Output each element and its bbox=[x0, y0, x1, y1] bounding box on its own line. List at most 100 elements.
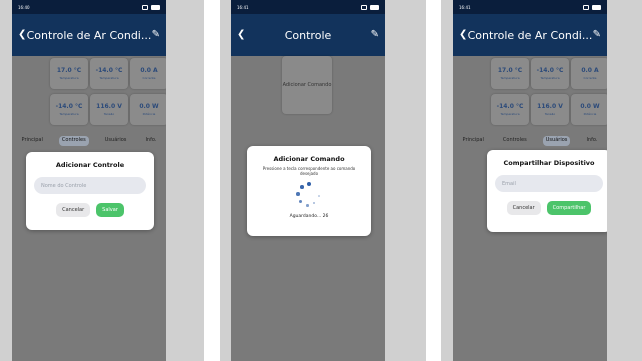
card-label: Temperatura bbox=[59, 76, 79, 80]
status-time: 16:41 bbox=[459, 4, 471, 10]
add-control-dialog: Adicionar Controle Nome do Controle Canc… bbox=[26, 152, 154, 230]
card-value: -14.0 °C bbox=[95, 67, 123, 74]
sensor-card: -14.0 °C Temperatura bbox=[491, 94, 529, 125]
control-name-input[interactable]: Nome do Controle bbox=[34, 177, 146, 194]
sensor-card: 116.0 V Tensão bbox=[531, 94, 569, 125]
tab-controles[interactable]: Controles bbox=[58, 136, 89, 146]
tab-controles[interactable]: Controles bbox=[500, 136, 530, 146]
card-value: 0.0 W bbox=[580, 103, 600, 110]
card-value: 0.0 A bbox=[581, 67, 599, 74]
app-bar: ❮ Controle de Ar Condi... ✎ bbox=[12, 14, 166, 56]
dialog-title: Adicionar Controle bbox=[55, 161, 125, 169]
tab-usuarios[interactable]: Usuários bbox=[102, 136, 130, 146]
card-value: 0.0 A bbox=[140, 67, 158, 74]
app-bar: ❮ Controle ✎ bbox=[231, 14, 385, 56]
card-label: Temperatura bbox=[500, 76, 520, 80]
page-title: Controle bbox=[284, 28, 332, 42]
tab-principal[interactable]: Principal bbox=[19, 136, 46, 146]
gap-2 bbox=[426, 0, 441, 361]
tab-info[interactable]: Info. bbox=[583, 136, 600, 146]
card-label: Potência bbox=[583, 112, 597, 116]
card-label: Temperatura bbox=[500, 112, 520, 116]
dialog-title: Compartilhar Dispositivo bbox=[503, 159, 595, 167]
tab-bar: Principal Controles Usuários Info. bbox=[453, 136, 607, 146]
edit-pencil-icon[interactable]: ✎ bbox=[593, 30, 601, 40]
sensor-card: 17.0 °C Temperatura bbox=[491, 58, 529, 89]
email-field[interactable]: Email bbox=[495, 175, 603, 192]
share-device-dialog: Compartilhar Dispositivo Email Cancelar … bbox=[487, 150, 607, 232]
save-button[interactable]: Salvar bbox=[96, 203, 124, 217]
sensor-card: 17.0 °C Temperatura bbox=[50, 58, 88, 89]
status-bar: 16:40 bbox=[12, 0, 166, 14]
battery-icon bbox=[592, 4, 601, 10]
card-label: Tensão bbox=[544, 112, 556, 116]
sensor-card: 0.0 W Potência bbox=[571, 94, 607, 125]
edit-pencil-icon[interactable]: ✎ bbox=[152, 30, 160, 40]
waiting-status: Aguardando... 26 bbox=[289, 214, 329, 220]
card-value: -14.0 °C bbox=[55, 103, 83, 110]
add-command-dialog: Adicionar Comando Pressione a tecla corr… bbox=[247, 146, 371, 236]
card-label: Corrente bbox=[142, 76, 156, 80]
status-time: 16:41 bbox=[237, 4, 249, 10]
wifi-icon bbox=[583, 4, 589, 10]
back-arrow-icon[interactable]: ❮ bbox=[459, 30, 467, 40]
card-label: Temperatura bbox=[99, 76, 119, 80]
page-title: Controle de Ar Condi... bbox=[26, 28, 152, 42]
edit-pencil-icon[interactable]: ✎ bbox=[371, 30, 379, 40]
right-gutter bbox=[607, 0, 642, 361]
battery-icon bbox=[151, 4, 160, 10]
card-value: -14.0 °C bbox=[496, 103, 524, 110]
status-bar: 16:41 bbox=[453, 0, 607, 14]
gutter-2b bbox=[441, 0, 453, 361]
wifi-icon bbox=[142, 4, 148, 10]
sensor-card: -14.0 °C Temperatura bbox=[531, 58, 569, 89]
main-content: Adicionar Comando Adicionar Comando Pres… bbox=[231, 56, 385, 361]
sensor-card: -14.0 °C Temperatura bbox=[90, 58, 128, 89]
card-value: 0.0 W bbox=[139, 103, 159, 110]
gutter-1b bbox=[220, 0, 231, 361]
card-label: Temperatura bbox=[540, 76, 560, 80]
loading-spinner-icon bbox=[296, 182, 322, 208]
phone-screen-add-control: 16:40 ❮ Controle de Ar Condi... ✎ 17.0 °… bbox=[12, 0, 166, 361]
add-command-card[interactable]: Adicionar Comando bbox=[282, 56, 332, 114]
card-value: 116.0 V bbox=[537, 103, 563, 110]
card-label: Corrente bbox=[583, 76, 597, 80]
card-value: 17.0 °C bbox=[56, 67, 82, 74]
page-title: Controle de Ar Condi... bbox=[467, 28, 593, 42]
card-value: 17.0 °C bbox=[497, 67, 523, 74]
dialog-instruction: Pressione a tecla correspondente ao coma… bbox=[262, 166, 356, 177]
back-arrow-icon[interactable]: ❮ bbox=[237, 30, 245, 40]
card-value: 116.0 V bbox=[96, 103, 122, 110]
gutter-2 bbox=[385, 0, 426, 361]
tab-usuarios[interactable]: Usuários bbox=[542, 136, 571, 146]
cancel-button[interactable]: Cancelar bbox=[506, 201, 541, 215]
card-label: Potência bbox=[142, 112, 156, 116]
phone-screen-share-device: 16:41 ❮ Controle de Ar Condi... ✎ 17.0 °… bbox=[453, 0, 607, 361]
cancel-button[interactable]: Cancelar bbox=[56, 203, 91, 217]
card-value: -14.0 °C bbox=[536, 67, 564, 74]
card-label: Tensão bbox=[103, 112, 115, 116]
main-content: 17.0 °C Temperatura -14.0 °C Temperatura 0… bbox=[12, 56, 166, 361]
status-time: 16:40 bbox=[18, 4, 30, 10]
card-label: Temperatura bbox=[59, 112, 79, 116]
sensor-card: 116.0 V Tensão bbox=[90, 94, 128, 125]
share-button[interactable]: Compartilhar bbox=[546, 201, 592, 215]
sensor-card: -14.0 °C Temperatura bbox=[50, 94, 88, 125]
tab-info[interactable]: Info. bbox=[142, 136, 159, 146]
phone-screen-add-command: 16:41 ❮ Controle ✎ Adicionar Comando Adi… bbox=[231, 0, 385, 361]
sensor-card: 0.0 A Corrente bbox=[130, 58, 166, 89]
wifi-icon bbox=[361, 4, 367, 10]
app-bar: ❮ Controle de Ar Condi... ✎ bbox=[453, 14, 607, 56]
tab-bar: Principal Controles Usuários Info. bbox=[12, 136, 166, 146]
dialog-title: Adicionar Comando bbox=[273, 155, 345, 163]
main-content: 17.0 °C Temperatura -14.0 °C Temperatura 0… bbox=[453, 56, 607, 361]
left-gutter bbox=[0, 0, 12, 361]
sensor-card: 0.0 W Potência bbox=[130, 94, 166, 125]
sensor-card: 0.0 A Corrente bbox=[571, 58, 607, 89]
gutter-1 bbox=[166, 0, 204, 361]
status-bar: 16:41 bbox=[231, 0, 385, 14]
gap-1 bbox=[204, 0, 220, 361]
battery-icon bbox=[370, 4, 379, 10]
back-arrow-icon[interactable]: ❮ bbox=[18, 30, 26, 40]
tab-principal[interactable]: Principal bbox=[460, 136, 487, 146]
